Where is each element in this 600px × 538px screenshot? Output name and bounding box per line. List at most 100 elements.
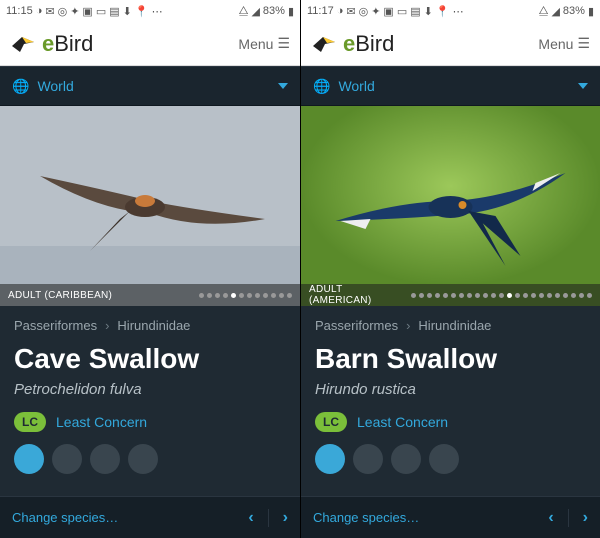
signal-icon: ◢ [251, 5, 259, 18]
status-bar: 11:17 ◑ ✉ ◎ ✦ ▣ ▭ ▤ ⬇ 📍 ⋯ ⧋ ◢ 83% ▮ [301, 0, 600, 22]
carousel-dot[interactable] [255, 293, 260, 298]
carousel-dot[interactable] [271, 293, 276, 298]
status-bar: 11:15 ◑ ✉ ◎ ✦ ▣ ▭ ▤ ⬇ 📍 ⋯ ⧋ ◢ 83% ▮ [0, 0, 300, 22]
region-selector[interactable]: 🌐 World [301, 66, 600, 106]
more-icon: ⋯ [152, 5, 163, 18]
shop-icon: ▤ [410, 5, 420, 18]
order-link[interactable]: Passeriformes [315, 318, 398, 333]
carousel-dot[interactable] [475, 293, 480, 298]
carousel-dot[interactable] [491, 293, 496, 298]
carousel-dot[interactable] [207, 293, 212, 298]
carousel-dot[interactable] [563, 293, 568, 298]
next-species-button[interactable]: › [583, 509, 588, 527]
prev-species-button[interactable]: ‹ [248, 509, 253, 527]
action-circle[interactable] [14, 444, 44, 474]
action-circle[interactable] [128, 444, 158, 474]
prev-species-button[interactable]: ‹ [548, 509, 553, 527]
hamburger-icon: ☰ [577, 35, 590, 52]
carousel-dot[interactable] [215, 293, 220, 298]
action-circle[interactable] [429, 444, 459, 474]
photo-caption-bar: ADULT (AMERICAN) [301, 284, 600, 306]
carousel-dot[interactable] [459, 293, 464, 298]
action-circle[interactable] [52, 444, 82, 474]
logo-bird-icon [311, 34, 337, 54]
species-scientific-name: Hirundo rustica [315, 381, 586, 398]
species-photo[interactable]: ADULT (AMERICAN) [301, 106, 600, 306]
location-icon: 📍 [436, 5, 450, 18]
instagram-icon: ◎ [58, 5, 68, 18]
conservation-status[interactable]: LC Least Concern [315, 412, 586, 432]
globe-icon: 🌐 [313, 78, 330, 95]
family-link[interactable]: Hirundinidae [117, 318, 190, 333]
carousel-dot[interactable] [263, 293, 268, 298]
action-circle[interactable] [391, 444, 421, 474]
carousel-dot[interactable] [579, 293, 584, 298]
order-link[interactable]: Passeriformes [14, 318, 97, 333]
carousel-dot[interactable] [523, 293, 528, 298]
download-icon: ⬇ [424, 5, 433, 18]
next-species-button[interactable]: › [283, 509, 288, 527]
carousel-dot[interactable] [555, 293, 560, 298]
change-species-link[interactable]: Change species… [313, 510, 419, 525]
menu-button[interactable]: Menu ☰ [238, 35, 290, 52]
photo-icon: ▣ [82, 5, 92, 18]
action-circles [14, 444, 286, 474]
status-badge: LC [315, 412, 347, 432]
carousel-dot[interactable] [223, 293, 228, 298]
wifi-icon: ⧋ [239, 5, 249, 18]
download-icon: ⬇ [123, 5, 132, 18]
status-badge: LC [14, 412, 46, 432]
carousel-dot[interactable] [451, 293, 456, 298]
wifi-icon: ⧋ [539, 5, 549, 18]
carousel-dot[interactable] [507, 293, 512, 298]
region-selector[interactable]: 🌐 World [0, 66, 300, 106]
carousel-dot[interactable] [571, 293, 576, 298]
carousel-dot[interactable] [279, 293, 284, 298]
carousel-dot[interactable] [483, 293, 488, 298]
change-species-link[interactable]: Change species… [12, 510, 118, 525]
ebird-logo[interactable]: eBird [10, 31, 93, 57]
carousel-dot[interactable] [539, 293, 544, 298]
carousel-dot[interactable] [199, 293, 204, 298]
species-content: Passeriformes › Hirundinidae Cave Swallo… [0, 306, 300, 496]
more-icon: ⋯ [453, 5, 464, 18]
carousel-dot[interactable] [287, 293, 292, 298]
youtube-icon: ▭ [397, 5, 407, 18]
carousel-dot[interactable] [547, 293, 552, 298]
menu-button[interactable]: Menu ☰ [538, 35, 590, 52]
carousel-dot[interactable] [515, 293, 520, 298]
carousel-dot[interactable] [247, 293, 252, 298]
action-circle[interactable] [315, 444, 345, 474]
carousel-dot[interactable] [231, 293, 236, 298]
conservation-status[interactable]: LC Least Concern [14, 412, 286, 432]
whatsapp-icon: ◑ [337, 5, 344, 17]
carousel-dot[interactable] [499, 293, 504, 298]
logo-text: eBird [42, 31, 93, 57]
battery-icon: ▮ [588, 5, 594, 18]
location-icon: 📍 [135, 5, 149, 18]
carousel-dot[interactable] [531, 293, 536, 298]
photo-caption-bar: ADULT (CARIBBEAN) [0, 284, 300, 306]
screen-left: 11:15 ◑ ✉ ◎ ✦ ▣ ▭ ▤ ⬇ 📍 ⋯ ⧋ ◢ 83% ▮ eBir… [0, 0, 300, 538]
carousel-dot[interactable] [239, 293, 244, 298]
carousel-dot[interactable] [587, 293, 592, 298]
mail-icon: ✉ [346, 5, 355, 18]
ebird-logo[interactable]: eBird [311, 31, 394, 57]
chevron-down-icon [578, 83, 588, 89]
action-circle[interactable] [353, 444, 383, 474]
carousel-dot[interactable] [435, 293, 440, 298]
family-link[interactable]: Hirundinidae [418, 318, 491, 333]
carousel-dots[interactable] [411, 293, 592, 298]
carousel-dot[interactable] [443, 293, 448, 298]
battery-text: 83% [263, 5, 285, 17]
carousel-dots[interactable] [199, 293, 292, 298]
carousel-dot[interactable] [467, 293, 472, 298]
instagram-icon: ◎ [359, 5, 369, 18]
action-circle[interactable] [90, 444, 120, 474]
app-header: eBird Menu ☰ [0, 22, 300, 66]
clock: 11:15 [6, 5, 33, 17]
carousel-dot[interactable] [411, 293, 416, 298]
species-photo[interactable]: ADULT (CARIBBEAN) [0, 106, 300, 306]
carousel-dot[interactable] [427, 293, 432, 298]
carousel-dot[interactable] [419, 293, 424, 298]
